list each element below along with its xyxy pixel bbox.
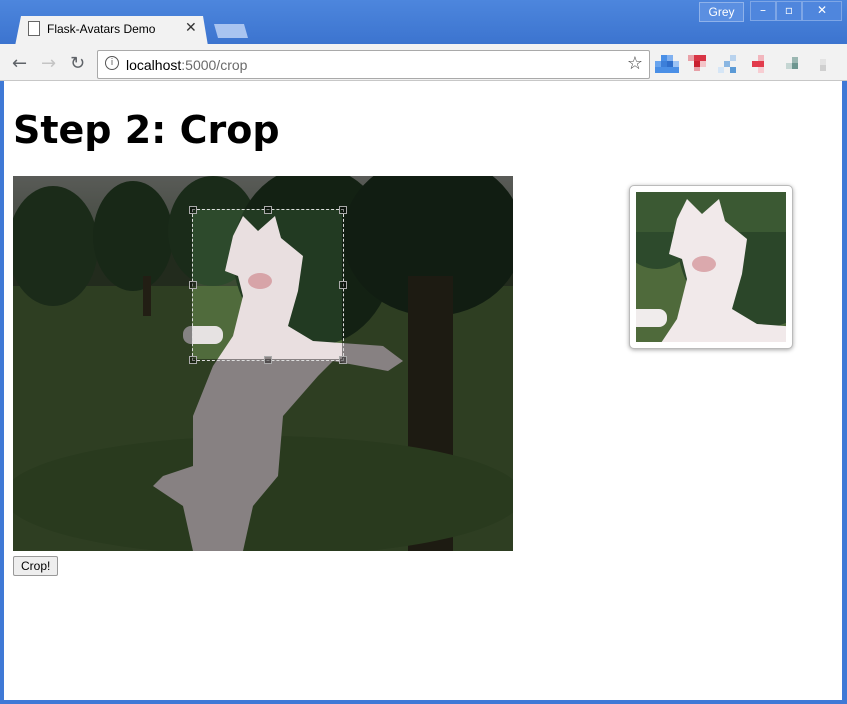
- crop-handle-s[interactable]: [264, 356, 272, 364]
- crop-handle-sw[interactable]: [189, 356, 197, 364]
- crop-button[interactable]: Crop!: [13, 556, 59, 576]
- profile-button[interactable]: Grey: [699, 2, 744, 22]
- browser-window: Grey – ▫ ✕ Flask-Avatars Demo ✕ ← → ↻ i …: [0, 0, 847, 704]
- crop-handle-ne[interactable]: [339, 206, 347, 214]
- extension-icon-6[interactable]: [816, 53, 840, 73]
- extension-icon-5[interactable]: [786, 53, 810, 73]
- source-image[interactable]: [13, 176, 513, 551]
- page-title: Step 2: Crop: [13, 108, 280, 152]
- new-tab-button[interactable]: [214, 24, 248, 38]
- preview-image: [636, 192, 786, 342]
- preview-goat: [636, 192, 786, 342]
- minimize-icon[interactable]: –: [750, 1, 776, 21]
- crop-handle-nw[interactable]: [189, 206, 197, 214]
- crop-handle-se[interactable]: [339, 356, 347, 364]
- url-host: localhost: [126, 57, 182, 73]
- crop-selection[interactable]: [189, 206, 347, 364]
- back-icon[interactable]: ←: [12, 53, 27, 74]
- avatar-preview: [629, 185, 793, 349]
- url-text: localhost:5000/crop: [126, 57, 247, 73]
- extension-icon-2[interactable]: [688, 53, 712, 73]
- address-bar[interactable]: i localhost:5000/crop ☆: [97, 50, 650, 79]
- extension-icon-4[interactable]: [752, 53, 776, 73]
- crop-handle-n[interactable]: [264, 206, 272, 214]
- tab-close-icon[interactable]: ✕: [185, 20, 197, 36]
- tab-title: Flask-Avatars Demo: [47, 22, 156, 36]
- crop-handle-w[interactable]: [189, 281, 197, 289]
- extension-icon-3[interactable]: [718, 53, 742, 73]
- url-path: :5000/crop: [181, 57, 248, 73]
- crop-handle-e[interactable]: [339, 281, 347, 289]
- info-icon[interactable]: i: [105, 56, 119, 70]
- forward-icon[interactable]: →: [41, 53, 56, 74]
- reload-icon[interactable]: ↻: [70, 53, 85, 74]
- document-icon: [28, 21, 40, 36]
- maximize-icon[interactable]: ▫: [776, 1, 802, 21]
- page-content: Step 2: Crop Crop!: [4, 81, 842, 700]
- star-icon[interactable]: ☆: [627, 53, 643, 74]
- close-icon[interactable]: ✕: [802, 1, 842, 21]
- extension-icon-1[interactable]: [654, 53, 682, 75]
